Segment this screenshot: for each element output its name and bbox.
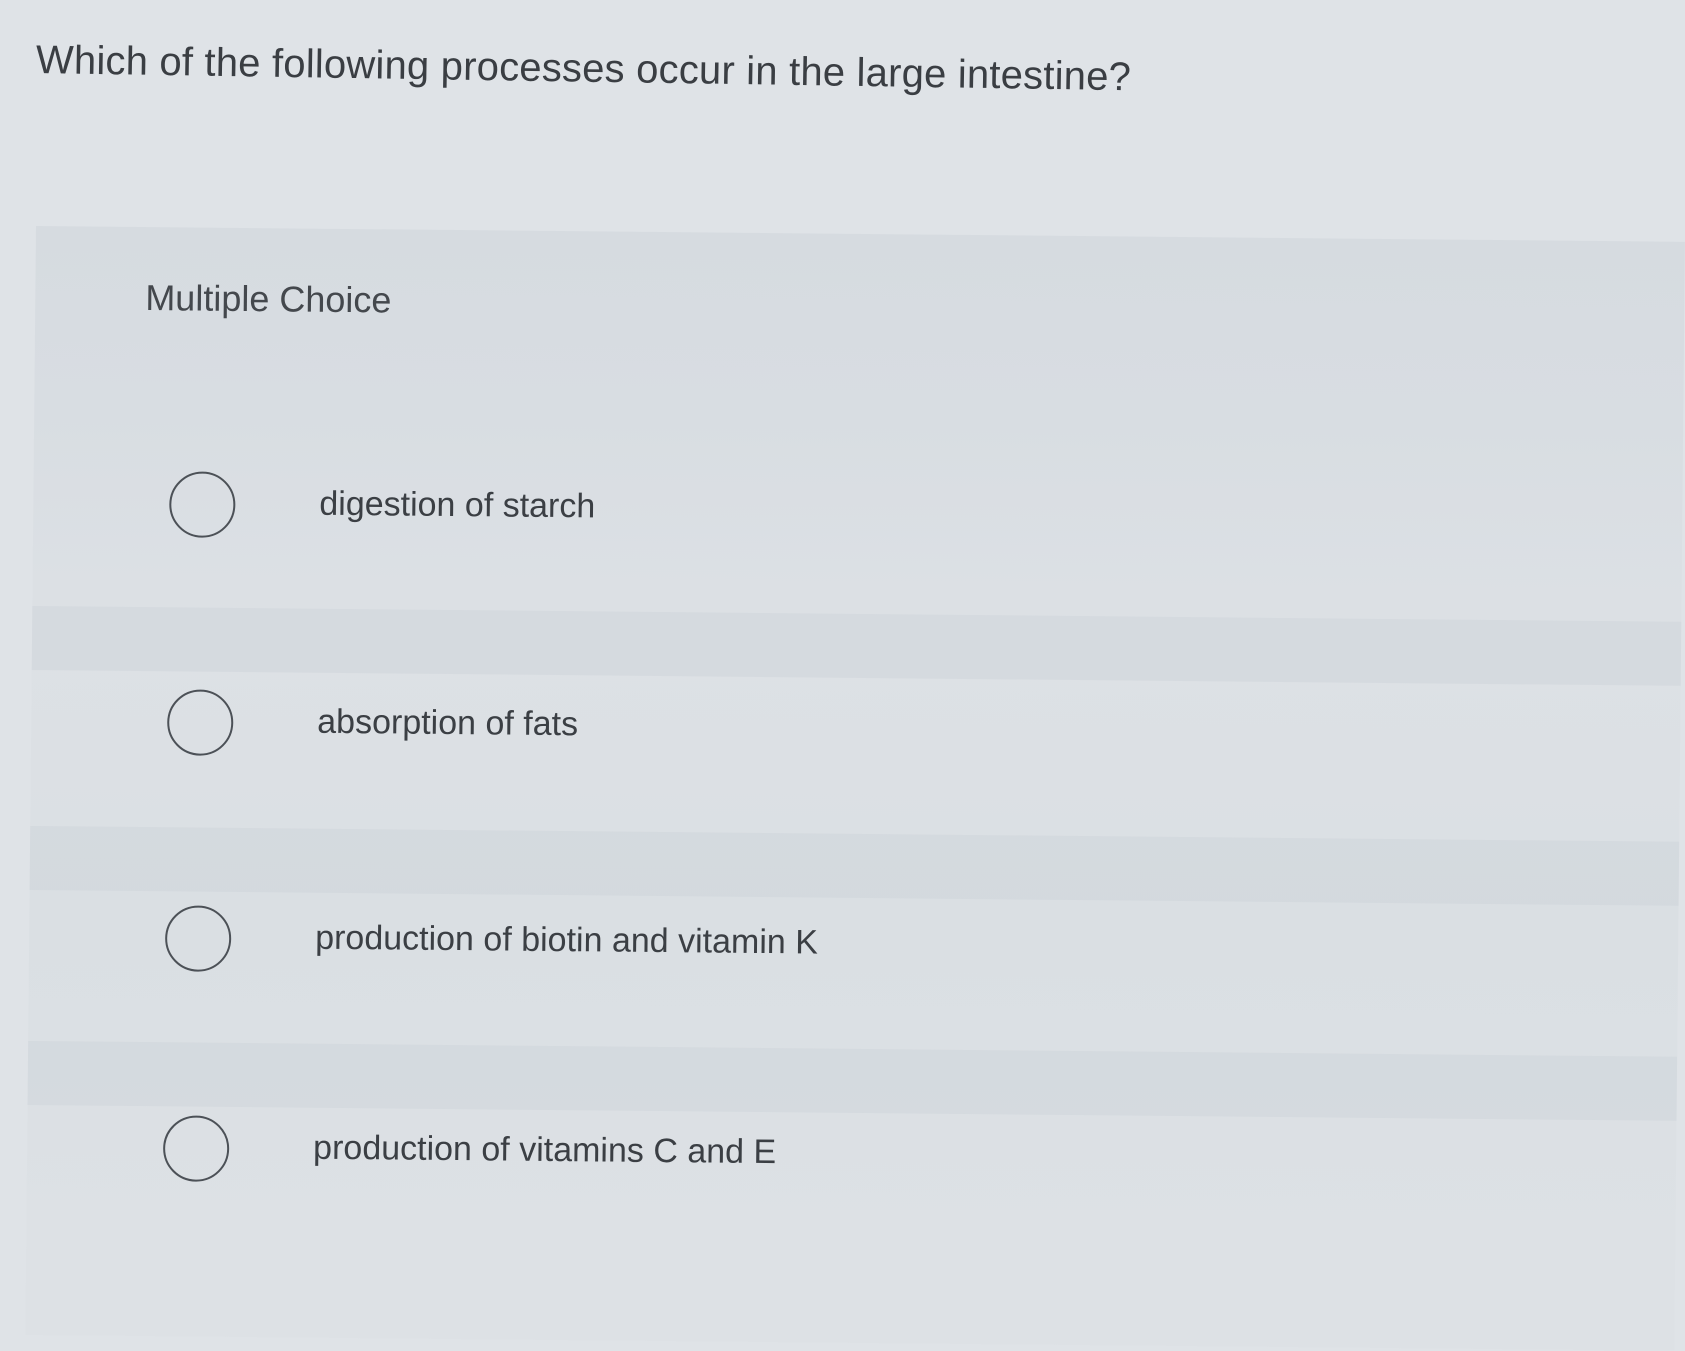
question-text: Which of the following processes occur i…	[35, 38, 1132, 100]
choice-absorption-of-fats[interactable]: absorption of fats	[30, 622, 1681, 838]
radio-unselected-icon[interactable]	[166, 689, 234, 756]
choice-production-of-biotin-and-vitamin-k[interactable]: production of biotin and vitamin K	[28, 838, 1679, 1054]
choice-label: production of vitamins C and E	[312, 1128, 777, 1172]
choice-label: digestion of starch	[319, 484, 596, 526]
choice-label: production of biotin and vitamin K	[314, 918, 819, 962]
radio-unselected-icon[interactable]	[164, 905, 232, 972]
radio-unselected-icon[interactable]	[162, 1115, 230, 1182]
section-label: Multiple Choice	[145, 277, 392, 321]
choice-label: absorption of fats	[317, 702, 579, 744]
multiple-choice-panel: Multiple Choice digestion of starch abso…	[25, 226, 1685, 1351]
choice-digestion-of-starch[interactable]: digestion of starch	[32, 404, 1683, 620]
choice-production-of-vitamins-c-and-e[interactable]: production of vitamins C and E	[26, 1048, 1677, 1264]
radio-unselected-icon[interactable]	[169, 471, 236, 538]
